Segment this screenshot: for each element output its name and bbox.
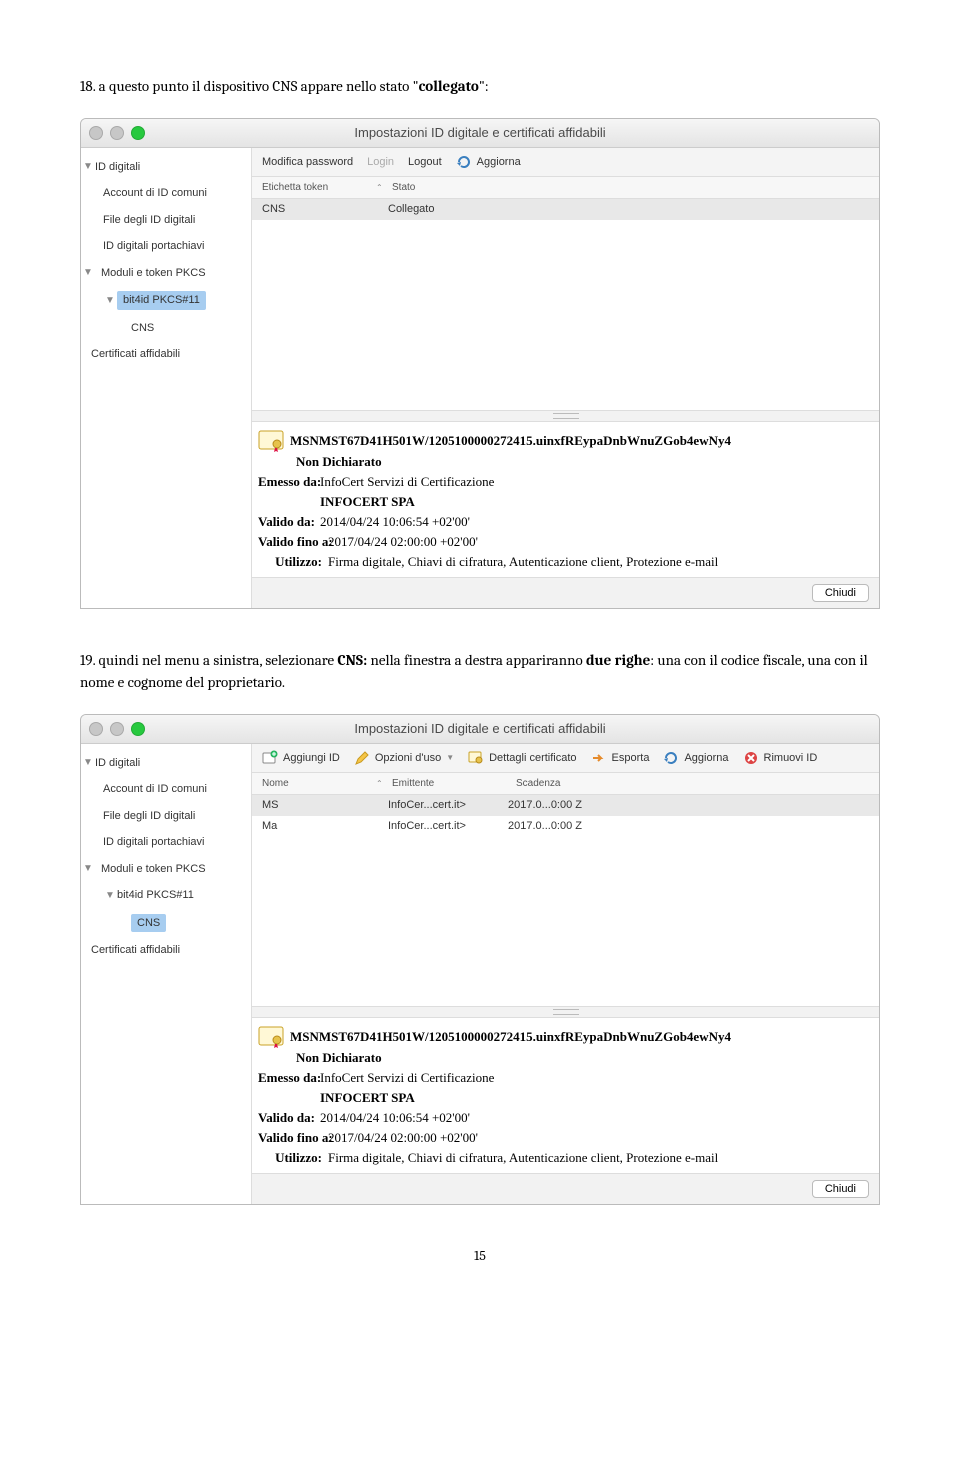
sort-caret-icon[interactable]: ⌃ xyxy=(376,182,383,194)
pencil-icon xyxy=(354,750,370,766)
cert-cn: MSNMST67D41H501W/1205100000272415.uinxfR… xyxy=(290,1027,731,1047)
sidebar-item-portachiavi[interactable]: ID digitali portachiavi xyxy=(81,829,251,856)
p19-b: CNS: xyxy=(337,651,367,669)
sidebar-item-id-digitali[interactable]: ▼ ID digitali xyxy=(81,154,251,181)
sidebar-item-account[interactable]: Account di ID comuni xyxy=(81,180,251,207)
dialog-footer: Chiudi xyxy=(252,1173,879,1204)
aggiorna-button[interactable]: Aggiorna xyxy=(456,154,521,171)
main-panel: Modifica password Login Logout Aggiorna … xyxy=(252,148,879,608)
refresh-icon xyxy=(663,750,679,766)
remove-icon xyxy=(743,750,759,766)
export-icon xyxy=(591,750,607,766)
disclosure-triangle-icon[interactable]: ▼ xyxy=(81,861,95,876)
cert-non-dichiarato: Non Dichiarato xyxy=(258,1048,873,1068)
sidebar: ▼ ID digitali Account di ID comuni File … xyxy=(81,744,252,1204)
p18-prefix: 18. a questo punto il dispositivo CNS ap… xyxy=(80,77,419,95)
col-stato[interactable]: Stato xyxy=(392,180,869,195)
sidebar-item-cns[interactable]: CNS xyxy=(81,315,251,342)
sidebar-item-file[interactable]: File degli ID digitali xyxy=(81,803,251,830)
certificate-details: MSNMST67D41H501W/1205100000272415.uinxfR… xyxy=(252,422,879,577)
main-panel: Aggiungi ID Opzioni d'uso ▼ Dettagli cer… xyxy=(252,744,879,1204)
disclosure-triangle-icon[interactable]: ▼ xyxy=(103,293,117,308)
sidebar-item-moduli[interactable]: ▼ Moduli e token PKCS xyxy=(81,856,251,883)
paragraph-18: 18. a questo punto il dispositivo CNS ap… xyxy=(80,75,880,98)
rimuovi-id-button[interactable]: Rimuovi ID xyxy=(743,750,818,767)
splitter-handle[interactable] xyxy=(252,1006,879,1018)
opzioni-uso-button[interactable]: Opzioni d'uso ▼ xyxy=(354,750,454,767)
chiudi-button[interactable]: Chiudi xyxy=(812,1180,869,1198)
table-row[interactable]: CNS Collegato xyxy=(252,199,879,220)
disclosure-triangle-icon[interactable]: ▼ xyxy=(81,159,95,174)
page-number: 15 xyxy=(80,1245,880,1266)
screenshot-2: Impostazioni ID digitale e certificati a… xyxy=(80,714,880,1205)
chiudi-button[interactable]: Chiudi xyxy=(812,584,869,602)
p19-a: 19. quindi nel menu a sinistra, selezion… xyxy=(80,651,337,669)
table-header: Etichetta token ⌃ Stato xyxy=(252,177,879,199)
sidebar-item-account[interactable]: Account di ID comuni xyxy=(81,776,251,803)
screenshot-1: Impostazioni ID digitale e certificati a… xyxy=(80,118,880,609)
disclosure-triangle-icon[interactable]: ▼ xyxy=(103,888,117,903)
dettagli-certificato-button[interactable]: Dettagli certificato xyxy=(468,750,576,767)
sidebar-item-bit4id[interactable]: ▼ bit4id PKCS#11 xyxy=(81,882,251,909)
sidebar-item-moduli[interactable]: ▼ Moduli e token PKCS xyxy=(81,260,251,287)
certificate-detail-icon xyxy=(468,750,484,766)
sidebar-item-certificati-affidabili[interactable]: Certificati affidabili xyxy=(81,937,251,964)
sidebar-item-portachiavi[interactable]: ID digitali portachiavi xyxy=(81,233,251,260)
toolbar: Modifica password Login Logout Aggiorna xyxy=(252,148,879,178)
login-button[interactable]: Login xyxy=(367,154,394,171)
aggiorna-button[interactable]: Aggiorna xyxy=(663,750,728,767)
table-row[interactable]: Ma InfoCer...cert.it> 2017.0...0:00 Z xyxy=(252,816,879,837)
sidebar-item-file[interactable]: File degli ID digitali xyxy=(81,207,251,234)
disclosure-triangle-icon[interactable]: ▼ xyxy=(81,755,95,770)
sidebar-item-id-digitali[interactable]: ▼ ID digitali xyxy=(81,750,251,777)
window-titlebar: Impostazioni ID digitale e certificati a… xyxy=(81,119,879,148)
sidebar-item-bit4id[interactable]: ▼ bit4id PKCS#11 xyxy=(81,286,251,315)
logout-button[interactable]: Logout xyxy=(408,154,442,171)
window-title: Impostazioni ID digitale e certificati a… xyxy=(81,719,879,739)
sidebar-item-certificati-affidabili[interactable]: Certificati affidabili xyxy=(81,341,251,368)
table-header: Nome ⌃ Emittente Scadenza xyxy=(252,773,879,795)
col-emittente[interactable]: Emittente xyxy=(392,776,512,791)
esporta-button[interactable]: Esporta xyxy=(591,750,650,767)
table-body: MS InfoCer...cert.it> 2017.0...0:00 Z Ma… xyxy=(252,795,879,836)
sort-caret-icon[interactable]: ⌃ xyxy=(376,778,383,790)
certificate-icon xyxy=(258,1026,284,1048)
window-title: Impostazioni ID digitale e certificati a… xyxy=(81,123,879,143)
modifica-password-button[interactable]: Modifica password xyxy=(262,154,353,171)
disclosure-triangle-icon[interactable]: ▼ xyxy=(81,265,95,280)
certificate-details: MSNMST67D41H501W/1205100000272415.uinxfR… xyxy=(252,1018,879,1173)
sidebar-item-cns[interactable]: CNS xyxy=(81,909,251,938)
sidebar-label: ID digitali xyxy=(95,159,140,176)
p19-d: due righe xyxy=(586,651,650,669)
certificate-icon xyxy=(258,430,284,452)
window-titlebar: Impostazioni ID digitale e certificati a… xyxy=(81,715,879,744)
col-etichetta-token[interactable]: Etichetta token xyxy=(262,180,372,195)
cert-cn: MSNMST67D41H501W/1205100000272415.uinxfR… xyxy=(290,431,731,451)
col-nome[interactable]: Nome xyxy=(262,776,372,791)
dialog-footer: Chiudi xyxy=(252,577,879,608)
refresh-icon xyxy=(456,154,472,170)
table-body: CNS Collegato xyxy=(252,199,879,220)
p19-c: nella finestra a destra appariranno xyxy=(367,651,586,669)
table-row[interactable]: MS InfoCer...cert.it> 2017.0...0:00 Z xyxy=(252,795,879,816)
toolbar: Aggiungi ID Opzioni d'uso ▼ Dettagli cer… xyxy=(252,744,879,774)
sidebar: ▼ ID digitali Account di ID comuni File … xyxy=(81,148,252,608)
col-scadenza[interactable]: Scadenza xyxy=(516,776,869,791)
cert-non-dichiarato: Non Dichiarato xyxy=(258,452,873,472)
aggiungi-id-button[interactable]: Aggiungi ID xyxy=(262,750,340,767)
p18-suffix: ": xyxy=(479,77,489,95)
splitter-handle[interactable] xyxy=(252,410,879,422)
p18-bold: collegato xyxy=(419,77,479,95)
add-id-icon xyxy=(262,750,278,766)
chevron-down-icon: ▼ xyxy=(446,752,454,764)
paragraph-19: 19. quindi nel menu a sinistra, selezion… xyxy=(80,649,880,694)
